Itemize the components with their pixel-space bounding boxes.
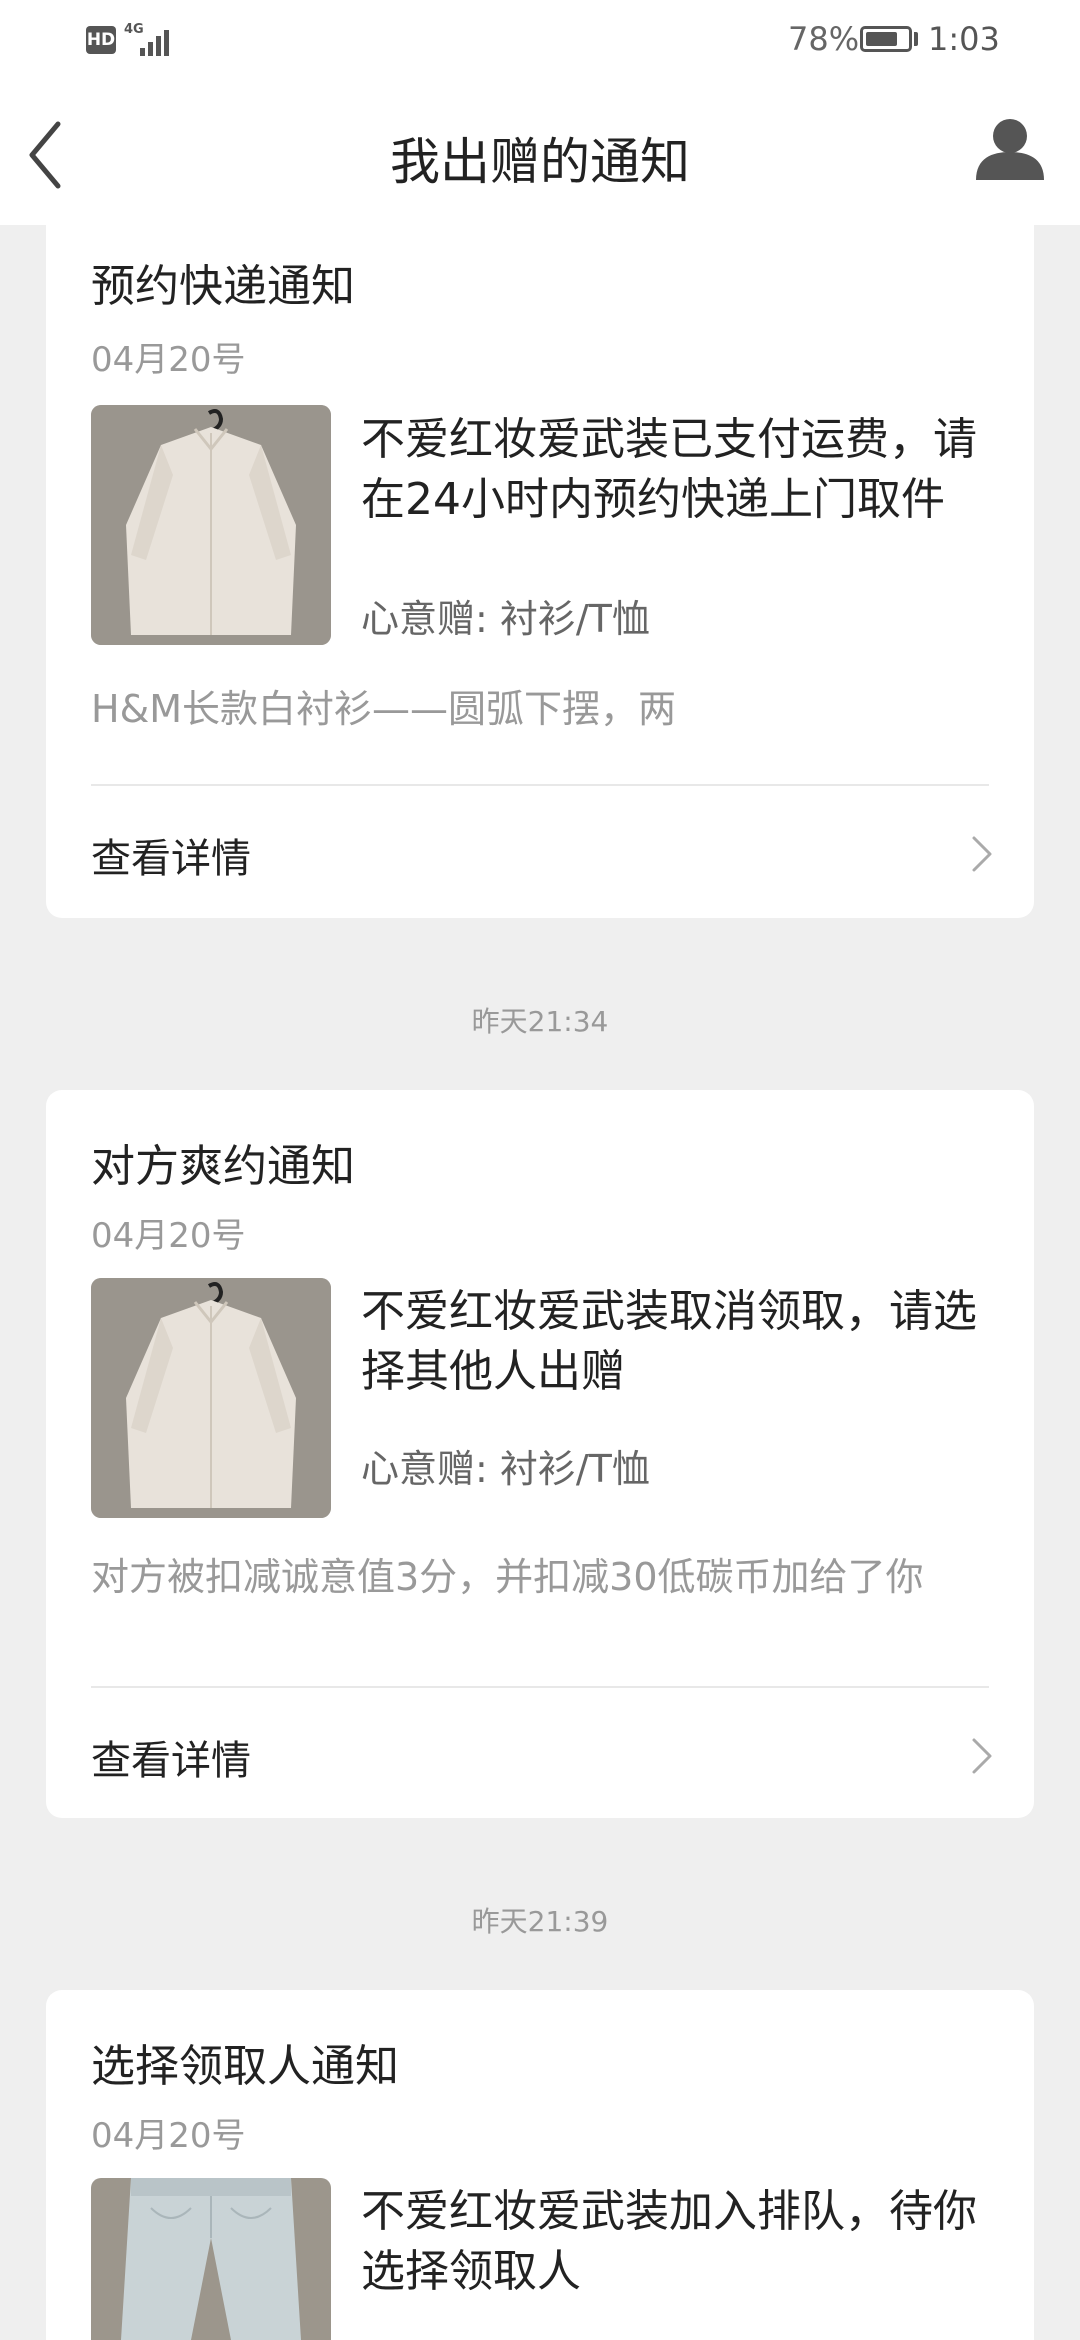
notification-message: 不爱红妆爱武装加入排队，待你选择领取人 xyxy=(361,2186,977,2297)
status-clock: 1:03 xyxy=(928,20,1000,58)
item-thumbnail[interactable] xyxy=(91,1278,331,1518)
signal-icon: 4G xyxy=(124,22,180,56)
hd-icon: HD xyxy=(86,26,116,54)
notification-title: 预约快递通知 xyxy=(91,261,355,312)
timestamp: 昨天21:39 xyxy=(471,1905,609,1938)
battery-tip xyxy=(914,32,918,46)
view-details-button[interactable]: 查看详情 xyxy=(46,1688,1034,1818)
view-details-button[interactable]: 查看详情 xyxy=(46,786,1034,916)
notification-message: 不爱红妆爱武装取消领取，请选择其他人出赠 xyxy=(361,1286,977,1397)
item-description: H&M长款白衬衫——圆弧下摆，两 xyxy=(91,687,676,731)
chevron-right-icon xyxy=(972,1738,992,1774)
shirt-image xyxy=(91,1278,331,1518)
view-details-label: 查看详情 xyxy=(91,836,251,882)
notification-title: 选择领取人通知 xyxy=(91,2041,399,2092)
jeans-image xyxy=(91,2178,331,2340)
notification-message: 不爱红妆爱武装已支付运费，请在24小时内预约快递上门取件 xyxy=(361,414,977,525)
item-category: 心意赠: 衬衫/T恤 xyxy=(361,1447,650,1491)
item-thumbnail[interactable] xyxy=(91,2178,331,2340)
page-title: 我出赠的通知 xyxy=(390,133,690,191)
notification-date: 04月20号 xyxy=(91,1216,246,1256)
item-description: 对方被扣减诚意值3分，并扣减30低碳币加给了你 xyxy=(91,1555,924,1599)
user-icon xyxy=(976,119,1044,180)
item-category: 心意赠: 衬衫/T恤 xyxy=(361,597,650,641)
notification-card: 选择领取人通知 04月20号 不爱红妆爱武装加入排队，待你选择领取人 xyxy=(46,1990,1034,2340)
profile-button[interactable] xyxy=(970,110,1050,190)
chevron-right-icon xyxy=(972,836,992,872)
view-details-label: 查看详情 xyxy=(91,1738,251,1784)
notification-card: 预约快递通知 04月20号 不爱红妆爱武装已支付运费，请在24小时内预约快递上门… xyxy=(46,200,1034,918)
timestamp: 昨天21:34 xyxy=(471,1005,609,1038)
item-thumbnail[interactable] xyxy=(91,405,331,645)
notification-card: 对方爽约通知 04月20号 不爱红妆爱武装取消领取，请选择其他人出赠 心意赠: … xyxy=(46,1090,1034,1818)
shirt-image xyxy=(91,405,331,645)
notification-date: 04月20号 xyxy=(91,340,246,380)
battery-icon xyxy=(860,26,912,52)
notification-date: 04月20号 xyxy=(91,2116,246,2156)
status-bar: HD 4G 78% 1:03 xyxy=(0,0,1080,80)
notification-title: 对方爽约通知 xyxy=(91,1141,355,1192)
battery-percent: 78% xyxy=(788,20,860,58)
